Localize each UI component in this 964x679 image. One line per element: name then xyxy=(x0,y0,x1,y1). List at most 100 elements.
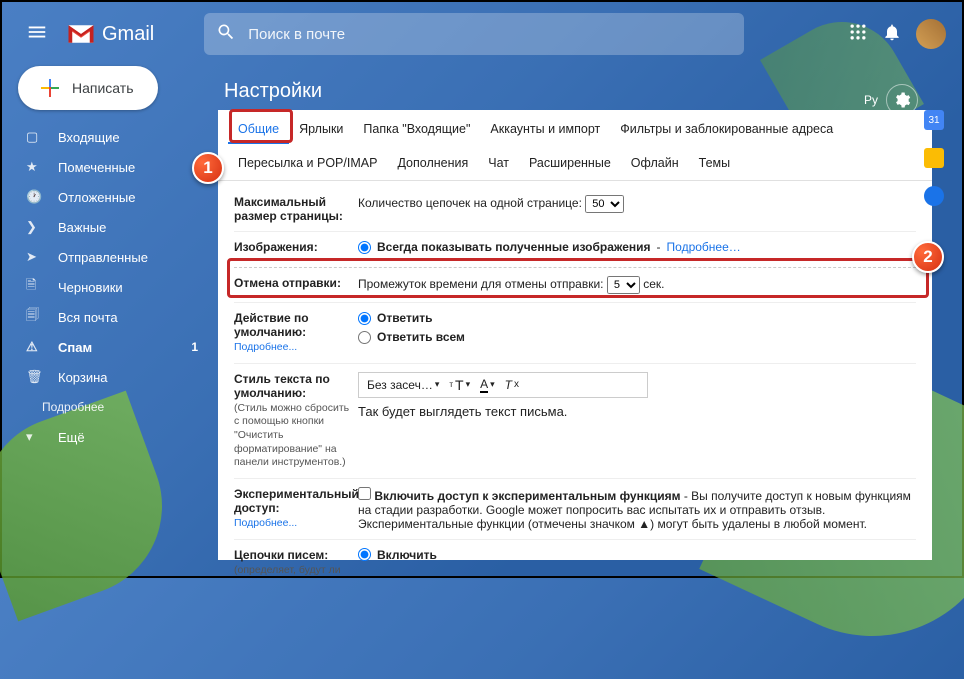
tab-accounts[interactable]: Аккаунты и импорт xyxy=(480,116,610,144)
tab-advanced[interactable]: Расширенные xyxy=(519,150,621,176)
sidebar-item-trash[interactable]: 🗑 Корзина xyxy=(12,362,212,392)
sidebar-item-label: Входящие xyxy=(58,130,120,145)
sidebar-item-label: Черновики xyxy=(58,280,123,295)
settings-panel: Общие Ярлыки Папка "Входящие" Аккаунты и… xyxy=(218,110,932,560)
learn-more-link[interactable]: Подробнее... xyxy=(234,341,350,355)
compose-button[interactable]: Написать xyxy=(18,66,158,110)
search-bar[interactable] xyxy=(204,13,744,55)
tab-general[interactable]: Общие xyxy=(228,116,289,144)
compose-label: Написать xyxy=(72,80,133,96)
text-style-toolbar: Без засеч…▾ тТ▾ A▾ Tx xyxy=(358,372,648,398)
sidebar-item-label: Ещё xyxy=(58,430,85,445)
learn-more-link[interactable]: Подробнее... xyxy=(234,517,350,531)
menu-icon[interactable] xyxy=(18,13,56,56)
sidebar-item-drafts[interactable]: 🗎 Черновики xyxy=(12,272,212,302)
star-icon: ★ xyxy=(26,159,44,175)
experimental-checkbox[interactable] xyxy=(358,487,371,500)
sidebar-item-label: Подробнее xyxy=(42,400,104,414)
label-note: (определяет, будут ли xyxy=(234,564,350,578)
sidebar-item-more-sub[interactable]: Подробнее xyxy=(12,392,212,422)
threads-on-radio[interactable] xyxy=(358,548,371,561)
tab-chat[interactable]: Чат xyxy=(478,150,519,176)
calendar-icon[interactable]: 31 xyxy=(924,110,944,130)
sidebar-item-label: Отложенные xyxy=(58,190,135,205)
sidebar-item-sent[interactable]: ➤ Отправленные xyxy=(12,242,212,272)
trash-icon: 🗑 xyxy=(26,369,44,385)
page-size-select[interactable]: 50 xyxy=(585,195,624,213)
setting-images: Изображения: Всегда показывать полученны… xyxy=(234,232,916,268)
setting-label: Экспериментальный доступ: Подробнее... xyxy=(234,487,358,531)
gmail-logo[interactable]: Gmail xyxy=(66,22,154,46)
label-text: Стиль текста по умолчанию: xyxy=(234,372,330,400)
sidebar-item-more[interactable]: ▾Ещё xyxy=(12,422,212,452)
sidebar-item-label: Спам xyxy=(58,340,92,355)
unit-label: сек. xyxy=(643,277,664,291)
sidebar-item-all[interactable]: 🗐Вся почта xyxy=(12,302,212,332)
settings-gear-area: Ру xyxy=(864,84,918,116)
tab-filters[interactable]: Фильтры и заблокированные адреса xyxy=(610,116,843,144)
setting-max-page: Максимальный размер страницы: Количество… xyxy=(234,187,916,232)
label-text: Экспериментальный доступ: xyxy=(234,487,359,515)
spam-count: 1 xyxy=(191,340,198,354)
images-always-radio[interactable] xyxy=(358,241,371,254)
sidebar-item-inbox[interactable]: ▢ Входящие xyxy=(12,122,212,152)
setting-label: Цепочки писем: (определяет, будут ли xyxy=(234,548,358,578)
setting-text-style: Стиль текста по умолчанию: (Стиль можно … xyxy=(234,364,916,479)
text-color-button[interactable]: A▾ xyxy=(480,377,495,393)
radio-label: Всегда показывать полученные изображения xyxy=(377,240,651,254)
images-learn-more-link[interactable]: Подробнее… xyxy=(667,240,741,254)
sidebar-item-label: Отправленные xyxy=(58,250,148,265)
undo-duration-select[interactable]: 5 xyxy=(607,276,640,294)
sidebar-item-important[interactable]: ❯ Важные xyxy=(12,212,212,242)
logo-text: Gmail xyxy=(102,23,154,46)
setting-text: Промежуток времени для отмены отправки: xyxy=(358,277,604,291)
setting-threads: Цепочки писем: (определяет, будут ли Вкл… xyxy=(234,540,916,586)
header: Gmail xyxy=(2,2,962,66)
sidebar-item-label: Помеченные xyxy=(58,160,135,175)
settings-tabs: Общие Ярлыки Папка "Входящие" Аккаунты и… xyxy=(218,110,932,181)
label-text: Цепочки писем: xyxy=(234,548,328,562)
keep-icon[interactable] xyxy=(924,148,944,168)
font-family-button[interactable]: Без засеч…▾ xyxy=(367,378,439,392)
lang-label[interactable]: Ру xyxy=(864,93,878,107)
page-title: Настройки xyxy=(224,80,322,103)
tab-labels[interactable]: Ярлыки xyxy=(289,116,353,144)
clock-icon: 🕐 xyxy=(26,189,44,205)
checkbox-label: Включить доступ к экспериментальным функ… xyxy=(374,489,680,503)
sidebar-item-label: Корзина xyxy=(58,370,108,385)
drafts-icon: 🗎 xyxy=(26,276,44,298)
tab-addons[interactable]: Дополнения xyxy=(387,150,478,176)
font-size-button[interactable]: тТ▾ xyxy=(449,377,470,393)
search-input[interactable] xyxy=(248,26,732,43)
avatar[interactable] xyxy=(916,19,946,49)
reply-radio[interactable] xyxy=(358,312,371,325)
setting-text: Количество цепочек на одной странице: xyxy=(358,196,582,210)
important-icon: ❯ xyxy=(26,219,44,235)
inbox-icon: ▢ xyxy=(26,129,44,145)
tab-inbox[interactable]: Папка "Входящие" xyxy=(353,116,480,144)
plus-icon xyxy=(38,76,62,100)
setting-undo-send: Отмена отправки: Промежуток времени для … xyxy=(234,268,916,303)
tasks-icon[interactable] xyxy=(924,186,944,206)
clear-formatting-button[interactable]: Tx xyxy=(505,378,519,392)
sidebar-item-label: Важные xyxy=(58,220,106,235)
add-addon-icon[interactable]: + xyxy=(924,244,944,264)
search-icon[interactable] xyxy=(216,22,236,47)
apps-icon[interactable] xyxy=(848,22,868,47)
tab-forwarding[interactable]: Пересылка и POP/IMAP xyxy=(228,150,387,176)
tab-themes[interactable]: Темы xyxy=(689,150,740,176)
setting-label: Отмена отправки: xyxy=(234,276,358,294)
tab-offline[interactable]: Офлайн xyxy=(621,150,689,176)
sent-icon: ➤ xyxy=(26,249,44,265)
label-note: (Стиль можно сбросить с помощью кнопки "… xyxy=(234,402,350,470)
setting-label: Действие по умолчанию: Подробнее... xyxy=(234,311,358,355)
setting-label: Стиль текста по умолчанию: (Стиль можно … xyxy=(234,372,358,470)
right-rail: 31 + xyxy=(914,110,954,264)
notifications-icon[interactable] xyxy=(882,22,902,47)
sample-text: Так будет выглядеть текст письма. xyxy=(358,404,916,419)
setting-label: Изображения: xyxy=(234,240,358,259)
sidebar-item-snoozed[interactable]: 🕐 Отложенные xyxy=(12,182,212,212)
sidebar-item-starred[interactable]: ★ Помеченные xyxy=(12,152,212,182)
reply-all-radio[interactable] xyxy=(358,331,371,344)
sidebar-item-spam[interactable]: ⚠Спам1 xyxy=(12,332,212,362)
